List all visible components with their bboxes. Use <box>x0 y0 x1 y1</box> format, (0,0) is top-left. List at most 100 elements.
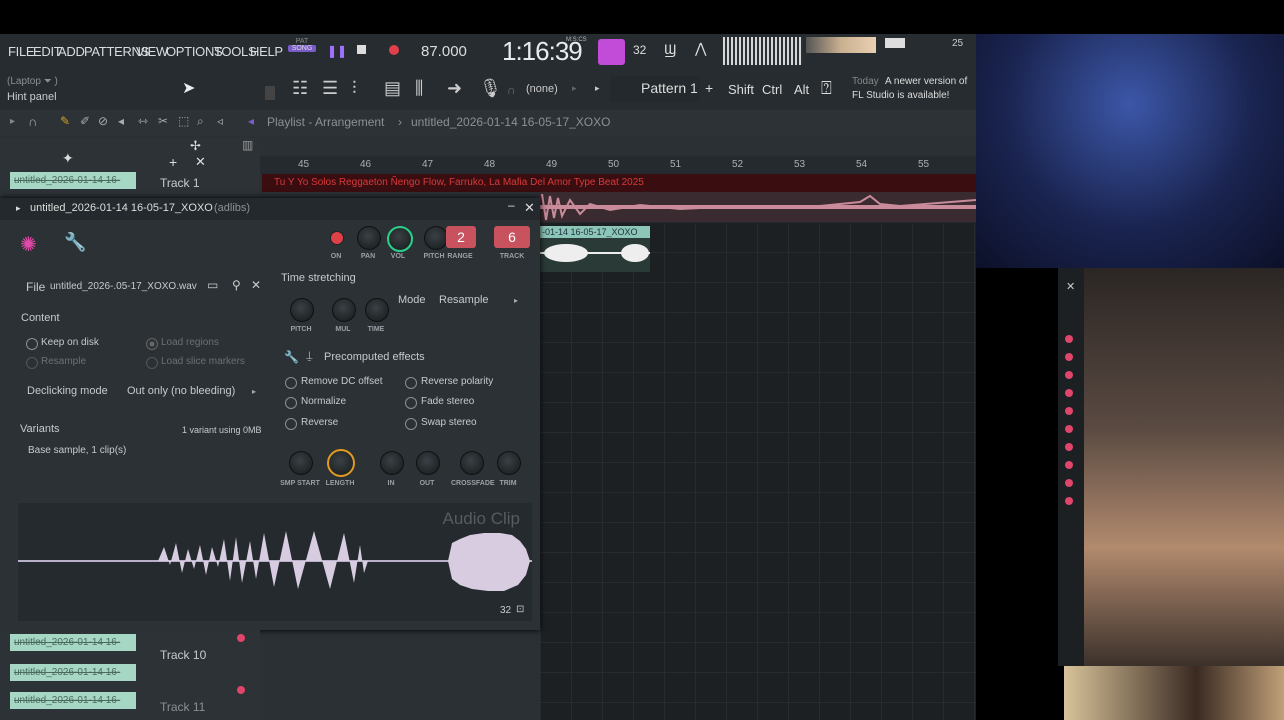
prev-arrow-icon[interactable]: ▸ <box>572 83 577 94</box>
side-led[interactable] <box>1065 443 1073 451</box>
precomputed-info-icon[interactable]: ⍊ <box>306 350 313 363</box>
alt-key[interactable]: Alt <box>794 82 809 97</box>
collapse-arrow-icon[interactable]: ▸ <box>10 116 15 127</box>
track-10-mute-led[interactable] <box>237 634 245 642</box>
close-icon[interactable]: ✕ <box>524 200 535 216</box>
move-icon[interactable]: ✢ <box>190 138 201 154</box>
wave-icon[interactable]: Ϣ <box>664 41 676 57</box>
side-led[interactable] <box>1065 407 1073 415</box>
none-selector[interactable]: (none) <box>526 83 558 95</box>
menu-file[interactable]: FILE <box>8 44 35 59</box>
on-toggle[interactable] <box>330 231 344 245</box>
ts-pitch-knob[interactable] <box>290 298 314 322</box>
mode-value[interactable]: Resample <box>439 294 489 306</box>
side-led[interactable] <box>1065 353 1073 361</box>
select-icon[interactable]: ⬚ <box>178 114 189 128</box>
piano-roll-icon[interactable]: ⫶ <box>352 78 357 99</box>
playlist-clip[interactable]: -01-14 16-05-17_XOXO <box>540 226 650 272</box>
audio-lane-title[interactable]: Tu Y Yo Solos Reggaeton Ñengo Flow, Farr… <box>262 174 976 192</box>
arrow-right-icon[interactable]: ➜ <box>447 78 462 99</box>
metronome-icon[interactable]: ⋀ <box>695 40 706 57</box>
playback-icon[interactable]: ◃ <box>217 114 223 128</box>
trim-knob[interactable] <box>497 451 521 475</box>
pitch-knob[interactable] <box>424 226 448 250</box>
track-clip[interactable]: untitled_2026-01-14 16- <box>10 664 136 681</box>
track-value[interactable]: 6 <box>494 226 530 248</box>
side-led[interactable] <box>1065 425 1073 433</box>
menu-view[interactable]: VIEW <box>136 44 168 59</box>
side-close-icon[interactable]: ✕ <box>1066 280 1075 293</box>
normalize-radio[interactable] <box>285 397 297 409</box>
fade-stereo-radio[interactable] <box>405 397 417 409</box>
declicking-value[interactable]: Out only (no bleeding) <box>127 385 235 397</box>
load-regions-radio[interactable] <box>146 338 158 350</box>
swap-stereo-radio[interactable] <box>405 418 417 430</box>
zoom-icon[interactable]: ⊡ <box>516 604 524 615</box>
range-value[interactable]: 2 <box>446 226 476 248</box>
file-name[interactable]: untitled_2026-.05-17_XOXO.wav <box>50 281 197 292</box>
add-pattern-icon[interactable]: + <box>705 80 713 96</box>
waveform-icon[interactable]: ✦ <box>62 150 74 167</box>
record-icon[interactable] <box>389 45 399 55</box>
file-close-icon[interactable]: ✕ <box>251 278 261 292</box>
piano-icon[interactable]: ▥ <box>242 138 253 152</box>
channel-settings-titlebar[interactable]: ▸ untitled_2026-01-14 16-05-17_XOXO (adl… <box>0 198 540 220</box>
playlist-grid[interactable] <box>540 222 976 720</box>
microphone-icon[interactable]: 🎙 <box>479 78 502 99</box>
audio-lane-waveform[interactable] <box>540 192 977 222</box>
expand-icon[interactable]: ▸ <box>16 203 21 214</box>
length-knob[interactable] <box>327 449 355 477</box>
slip-icon[interactable]: ⇿ <box>138 114 148 128</box>
menu-help[interactable]: HELP <box>250 44 283 59</box>
brush-icon[interactable]: ✐ <box>80 114 90 128</box>
side-led[interactable] <box>1065 335 1073 343</box>
side-led[interactable] <box>1065 497 1073 505</box>
magnet-icon[interactable]: ∩ <box>28 114 37 129</box>
remove-track-icon[interactable]: ✕ <box>195 154 206 170</box>
zoom-icon[interactable]: ⌕ <box>197 114 204 129</box>
reverse-polarity-radio[interactable] <box>405 377 417 389</box>
track-11-clip[interactable]: untitled_2026-01-14 16- <box>10 692 136 709</box>
pattern-name[interactable]: Pattern 1 <box>641 80 698 96</box>
track-11-name[interactable]: Track 11 <box>160 700 205 714</box>
pin-icon[interactable]: ⚲ <box>232 278 241 292</box>
declicking-arrow-icon[interactable]: ▸ <box>252 387 256 396</box>
track-10-clip[interactable]: untitled_2026-01-14 16- <box>10 634 136 651</box>
ts-mul-knob[interactable] <box>332 298 356 322</box>
waveform-display[interactable]: Audio Clip 32 ⊡ <box>18 503 532 621</box>
smp-start-knob[interactable] <box>289 451 313 475</box>
track-10-name[interactable]: Track 10 <box>160 648 206 662</box>
remove-dc-radio[interactable] <box>285 377 297 389</box>
folder-icon[interactable]: ▭ <box>207 278 218 292</box>
ctrl-key[interactable]: Ctrl <box>762 82 782 97</box>
news-text-2[interactable]: FL Studio is available! <box>852 90 949 101</box>
load-slice-markers-radio[interactable] <box>146 357 158 369</box>
side-led[interactable] <box>1065 371 1073 379</box>
news-text-1[interactable]: A newer version of <box>885 76 967 87</box>
hint-line1[interactable]: (Laptop ⏷ ) <box>7 76 58 87</box>
help-circle-icon[interactable]: ⍰ <box>821 78 832 99</box>
shift-key[interactable]: Shift <box>728 82 754 97</box>
variant-item[interactable]: Base sample, 1 clip(s) <box>28 445 126 456</box>
snap-icon[interactable] <box>265 86 275 100</box>
mute-icon[interactable]: ⊘ <box>98 114 108 128</box>
in-knob[interactable] <box>380 451 404 475</box>
track-1-clip[interactable]: untitled_2026-01-14 16- <box>10 172 136 189</box>
next-arrow-icon[interactable]: ▸ <box>595 83 600 94</box>
wrench-icon[interactable]: 🔧 <box>64 232 86 253</box>
side-led[interactable] <box>1065 389 1073 397</box>
out-knob[interactable] <box>416 451 440 475</box>
resample-radio[interactable] <box>26 357 38 369</box>
browser-icon[interactable]: ▤ <box>384 78 401 99</box>
menu-add[interactable]: ADD <box>58 44 85 59</box>
stop-icon[interactable] <box>357 45 366 54</box>
reverse-radio[interactable] <box>285 418 297 430</box>
pause-icon[interactable]: ❚❚ <box>327 44 347 58</box>
track-1-name[interactable]: Track 1 <box>160 176 200 190</box>
mode-arrow-icon[interactable]: ▸ <box>514 296 518 305</box>
add-track-icon[interactable]: + <box>169 154 177 170</box>
mixer-icon[interactable]: ⫼ <box>415 78 423 99</box>
pat-song-toggle[interactable]: PAT SONG <box>288 38 316 66</box>
ts-time-knob[interactable] <box>365 298 389 322</box>
timeline-ruler[interactable]: 45 46 47 48 49 50 51 52 53 54 55 <box>260 156 976 174</box>
